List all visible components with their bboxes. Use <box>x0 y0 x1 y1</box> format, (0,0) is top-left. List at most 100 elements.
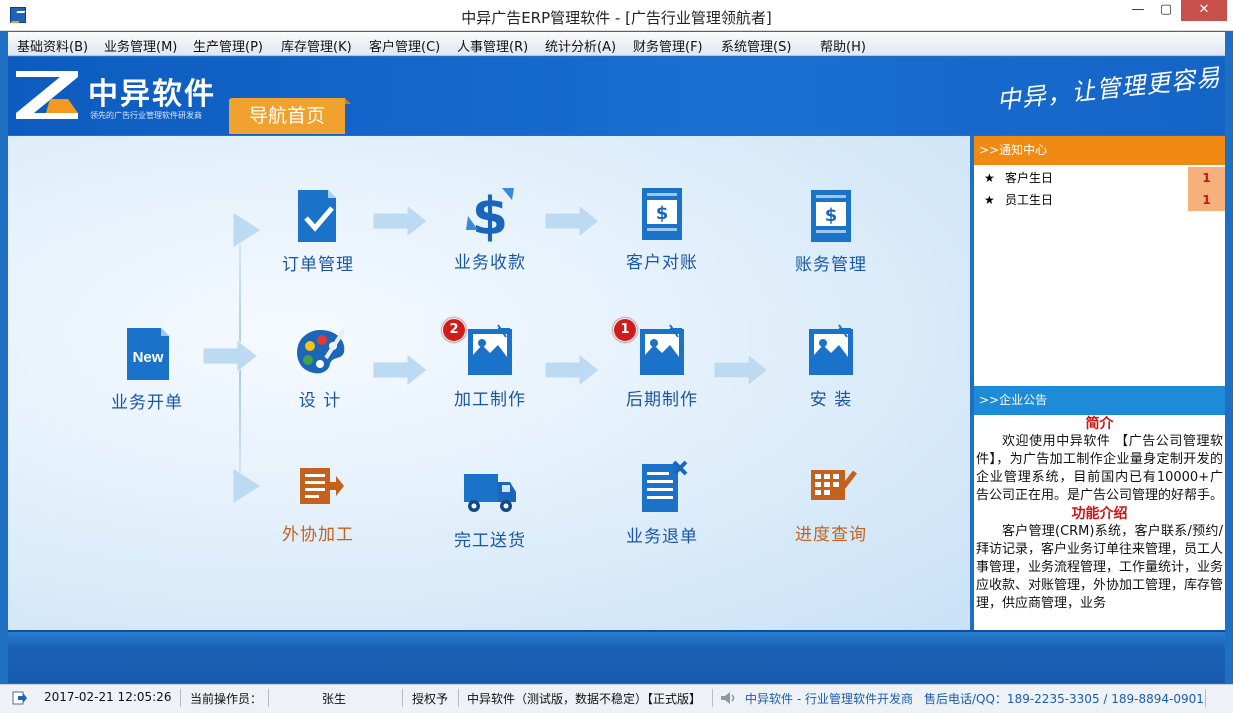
arrow-right-icon <box>373 203 428 239</box>
status-datetime: 2017-02-21 12:05:26 <box>44 690 172 704</box>
node-label: 安 装 <box>809 390 853 410</box>
company-tagline: 领先的广告行业管理软件研发商 <box>90 111 202 120</box>
node-label: 加工制作 <box>454 390 526 410</box>
intro-title: 简介 <box>1085 416 1114 432</box>
company-bulletin[interactable]: >>企业公告 简介 欢迎使用中异软件 【广告公司管理软件】，为广告加工制作企业量… <box>974 386 1225 630</box>
bulletin-body: 简介 欢迎使用中异软件 【广告公司管理软件】，为广告加工制作企业量身定制开发的企… <box>976 415 1223 613</box>
image-edit-icon <box>462 323 518 379</box>
notice-count: 1 <box>1188 167 1225 189</box>
maximize-button[interactable]: ▢ <box>1153 0 1179 21</box>
intro-text: 欢迎使用中异软件 【广告公司管理软件】，为广告加工制作企业量身定制开发的企业管理… <box>976 434 1224 503</box>
menu-system[interactable]: 系统管理(S) <box>721 36 791 55</box>
document-cancel-icon <box>634 460 690 516</box>
checklist-icon <box>290 188 346 244</box>
post-production-badge: 1 <box>613 318 637 342</box>
node-label: 外协加工 <box>282 525 354 545</box>
title-bar: 中异广告ERP管理软件 - [广告行业管理领航者] — ▢ ✕ <box>0 0 1233 31</box>
status-operator-label: 当前操作员： <box>190 692 263 706</box>
node-design[interactable]: 设 计 <box>265 324 375 411</box>
status-bar: 2017-02-21 12:05:26 当前操作员： 张生 授权予 中异软件（测… <box>0 684 1233 713</box>
svg-text:$: $ <box>656 203 669 224</box>
company-logo-icon <box>16 71 78 119</box>
node-label: 账务管理 <box>795 255 867 275</box>
menu-statistics[interactable]: 统计分析(A) <box>545 36 616 55</box>
features-text: 客户管理(CRM)系统，客户联系/预约/拜访记录，客户业务订单往来管理，员工人事… <box>976 524 1224 611</box>
arrow-right-icon <box>714 352 769 388</box>
notification-header: >>通知中心 <box>974 136 1225 165</box>
node-label: 业务开单 <box>111 393 183 413</box>
notice-item-customer-birthday[interactable]: ★ 客户生日 1 <box>974 167 1225 189</box>
notice-label: 客户生日 <box>1005 171 1054 185</box>
svg-text:$: $ <box>472 187 508 242</box>
status-hotline: 售后电话/QQ：189-2235-3305 / 189-8894-0901 <box>924 692 1204 706</box>
window-title: 中异广告ERP管理软件 - [广告行业管理领航者] <box>461 9 772 27</box>
status-license-label: 授权予 <box>412 692 449 706</box>
node-label: 进度查询 <box>795 525 867 545</box>
image-edit-icon <box>634 323 690 379</box>
new-document-icon: New <box>119 326 175 382</box>
node-progress-query[interactable]: 进度查询 <box>776 458 886 545</box>
node-order-return[interactable]: 业务退单 <box>607 460 717 547</box>
tab-nav-home[interactable]: 导航首页 <box>229 98 351 134</box>
status-separator <box>268 689 269 707</box>
ledger-icon: $ <box>803 188 859 244</box>
logout-icon[interactable] <box>12 691 28 705</box>
menu-bar: 基础资料(B) 业务管理(M) 生产管理(P) 库存管理(K) 客户管理(C) … <box>8 32 1225 56</box>
menu-hr[interactable]: 人事管理(R) <box>457 36 528 55</box>
arrow-right-icon <box>545 352 600 388</box>
status-separator <box>712 689 713 707</box>
close-button[interactable]: ✕ <box>1181 0 1227 21</box>
node-label: 设 计 <box>298 391 342 411</box>
arrow-right-icon <box>203 338 258 374</box>
slogan: 中异，让管理更容易 <box>995 63 1223 115</box>
status-separator <box>402 689 403 707</box>
processing-badge: 2 <box>442 318 466 342</box>
menu-business[interactable]: 业务管理(M) <box>104 36 177 55</box>
company-name: 中异软件 <box>88 77 216 112</box>
status-company[interactable]: 中异软件 - 行业管理软件开发商 <box>745 690 913 707</box>
arrow-right-icon <box>545 203 600 239</box>
navigation-panel: New 业务开单 订单管理 $ 业务收款 $ 客户对账 $ 账务管理 设 计 加… <box>8 136 970 630</box>
node-customer-reconciliation[interactable]: $ 客户对账 <box>607 186 717 273</box>
truck-icon <box>462 464 518 520</box>
node-business-order[interactable]: New 业务开单 <box>92 326 202 413</box>
arrow-right-icon <box>373 352 428 388</box>
menu-finance[interactable]: 财务管理(F) <box>633 36 703 55</box>
notice-label: 员工生日 <box>1005 193 1054 207</box>
node-label: 业务退单 <box>626 527 698 547</box>
node-outsourcing[interactable]: 外协加工 <box>263 458 373 545</box>
node-label: 后期制作 <box>626 390 698 410</box>
node-label: 完工送货 <box>454 531 526 551</box>
minimize-button[interactable]: — <box>1125 0 1151 21</box>
image-edit-icon <box>803 323 859 379</box>
menu-production[interactable]: 生产管理(P) <box>193 36 263 55</box>
footer-band <box>8 630 1225 683</box>
ledger-icon: $ <box>634 186 690 242</box>
node-business-collection[interactable]: $ 业务收款 <box>435 186 545 273</box>
node-order-management[interactable]: 订单管理 <box>263 188 373 275</box>
svg-text:$: $ <box>825 205 838 226</box>
svg-text:New: New <box>133 349 164 366</box>
star-icon: ★ <box>984 171 995 185</box>
node-label: 订单管理 <box>282 255 354 275</box>
node-delivery[interactable]: 完工送货 <box>435 464 545 551</box>
header-banner: 中异软件 领先的广告行业管理软件研发商 导航首页 中异，让管理更容易 <box>8 57 1225 135</box>
node-installation[interactable]: 安 装 <box>776 323 886 410</box>
notice-item-employee-birthday[interactable]: ★ 员工生日 1 <box>974 189 1225 211</box>
features-title: 功能介绍 <box>1071 506 1128 522</box>
menu-inventory[interactable]: 库存管理(K) <box>281 36 352 55</box>
document-export-icon <box>290 458 346 514</box>
speaker-icon <box>721 692 735 704</box>
menu-customer[interactable]: 客户管理(C) <box>369 36 440 55</box>
status-separator <box>180 689 181 707</box>
arrow-right-icon <box>233 211 262 249</box>
node-account-management[interactable]: $ 账务管理 <box>776 188 886 275</box>
menu-basic-data[interactable]: 基础资料(B) <box>17 36 88 55</box>
arrow-right-icon <box>233 467 262 505</box>
dollar-icon: $ <box>462 186 518 247</box>
notification-center: >>通知中心 ★ 客户生日 1 ★ 员工生日 1 <box>974 136 1225 386</box>
star-icon: ★ <box>984 193 995 207</box>
menu-help[interactable]: 帮助(H) <box>820 36 866 55</box>
palette-icon <box>292 324 348 380</box>
calculator-edit-icon <box>803 458 859 514</box>
